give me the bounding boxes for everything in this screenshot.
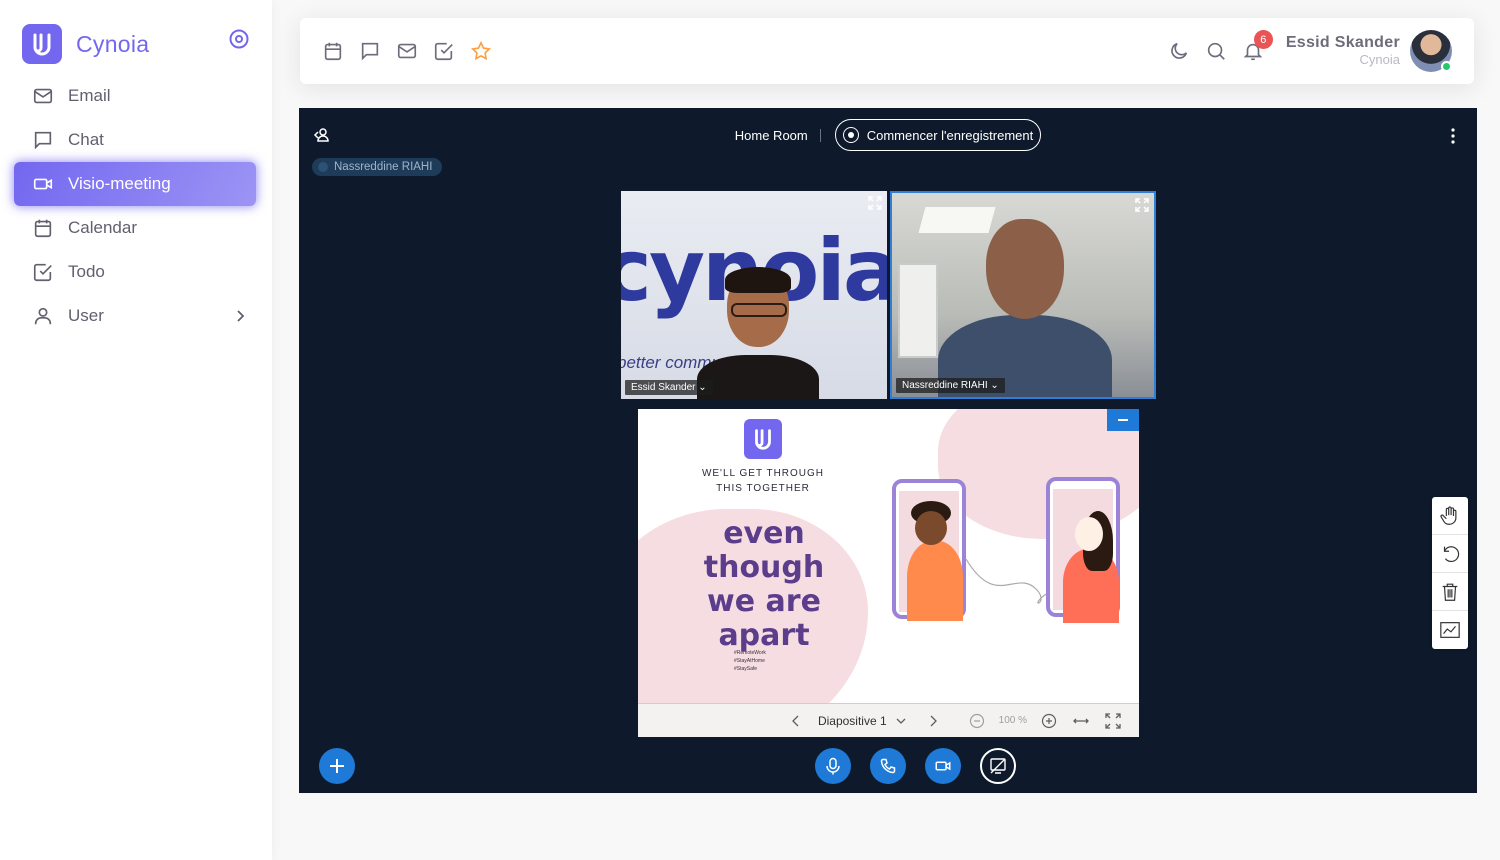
brand[interactable]: Cynoia [22, 24, 149, 64]
sidebar-item-chat[interactable]: Chat [14, 118, 256, 162]
add-button[interactable] [319, 748, 355, 784]
avatar[interactable] [1410, 30, 1452, 72]
slide-canvas: WE'LL GET THROUGH THIS TOGETHER even tho… [638, 409, 1139, 703]
check-square-icon[interactable] [433, 40, 455, 62]
sidebar-item-label: Visio-meeting [68, 174, 171, 193]
user-name: Essid Skander [1285, 34, 1400, 52]
zoom-in-icon[interactable] [1041, 713, 1057, 729]
pan-tool[interactable] [1432, 497, 1468, 535]
participant-video-feed [697, 267, 819, 399]
sidebar-item-user[interactable]: User [14, 294, 256, 338]
whiteboard-toolbar [1432, 497, 1468, 649]
minimize-presentation-button[interactable] [1107, 409, 1139, 431]
participant-name-label[interactable]: Essid Skander ⌄ [625, 380, 713, 395]
meeting-header: Home Room Commencer l'enregistrement [299, 119, 1477, 151]
zoom-level: 100 % [998, 715, 1027, 726]
chevron-right-icon [237, 310, 245, 322]
sidebar-item-todo[interactable]: Todo [14, 250, 256, 294]
mail-icon[interactable] [396, 40, 418, 62]
fullscreen-icon[interactable] [868, 196, 882, 210]
hang-up-button[interactable] [870, 748, 906, 784]
presentation-toolbar: Diapositive 1 100 % [638, 703, 1139, 737]
plus-icon [330, 759, 344, 773]
collapse-sidebar-icon[interactable] [228, 28, 250, 50]
calendar-icon[interactable] [322, 40, 344, 62]
participant-name-label[interactable]: Nassreddine RIAHI ⌄ [896, 378, 1005, 393]
bookmark-shortcuts [322, 40, 507, 62]
hand-icon [1440, 505, 1457, 525]
screen-share-button[interactable] [980, 748, 1016, 784]
navbar-right: 6 Essid Skander Cynoia [1153, 30, 1452, 72]
sidebar-item-label: Calendar [68, 218, 137, 237]
moon-icon[interactable] [1168, 40, 1190, 62]
user-info[interactable]: Essid Skander Cynoia [1286, 34, 1400, 67]
sidebar-item-calendar[interactable]: Calendar [14, 206, 256, 250]
video-tile-nassreddine-riahi[interactable]: Nassreddine RIAHI ⌄ [890, 191, 1156, 399]
slide-title: even though we are apart [703, 516, 825, 653]
chevron-right-icon[interactable] [925, 713, 941, 729]
fullscreen-icon[interactable] [1105, 712, 1121, 729]
undo-icon [1443, 545, 1460, 562]
cable-illustration [965, 558, 1047, 604]
cynoia-logo-icon [744, 419, 782, 459]
brand-logo-icon [22, 24, 62, 64]
camera-button[interactable] [925, 748, 961, 784]
check-square-icon [33, 263, 52, 282]
phone-icon [880, 758, 896, 774]
calendar-icon [34, 219, 52, 238]
sidebar-item-label: User [68, 306, 104, 325]
brand-name: Cynoia [76, 30, 150, 57]
sidebar-item-label: Chat [68, 130, 104, 149]
sidebar-item-label: Email [68, 86, 111, 105]
fit-width-icon[interactable] [1073, 713, 1089, 729]
notifications-button[interactable]: 6 [1242, 30, 1273, 62]
video-icon [935, 761, 951, 771]
online-status-dot [1441, 61, 1452, 72]
start-recording-button[interactable]: Commencer l'enregistrement [834, 119, 1042, 151]
chevron-down-icon[interactable] [893, 713, 909, 729]
message-square-icon[interactable] [359, 40, 381, 62]
active-speaker-chip[interactable]: Nassreddine RIAHI [312, 158, 443, 176]
participant-video-feed [938, 219, 1112, 397]
sidebar-item-label: Todo [68, 262, 105, 281]
screen-share-off-icon [990, 758, 1006, 774]
star-icon[interactable] [470, 40, 492, 62]
background-window [898, 263, 938, 358]
slide-hashtags: #RemoteWork #StayAtHome #StaySafe [734, 650, 766, 672]
record-icon [842, 127, 859, 143]
video-tile-essid-skander[interactable]: cynoia better commun Essid Skander ⌄ [621, 191, 887, 399]
start-recording-label: Commencer l'enregistrement [866, 127, 1034, 143]
slide-subtitle: WE'LL GET THROUGH THIS TOGETHER [701, 468, 825, 494]
trash-icon [1442, 583, 1458, 601]
fullscreen-icon[interactable] [1135, 198, 1149, 212]
zoom-out-icon[interactable] [969, 713, 985, 729]
more-vertical-icon[interactable] [1447, 126, 1459, 146]
shared-presentation: WE'LL GET THROUGH THIS TOGETHER even tho… [638, 409, 1139, 737]
video-icon [33, 178, 53, 190]
slide-selector[interactable]: Diapositive 1 [818, 714, 887, 728]
user-icon [34, 307, 52, 325]
draw-tool[interactable] [1432, 611, 1468, 649]
mail-icon [33, 88, 53, 104]
sidebar-nav: Email Chat Visio-meeting Calendar Todo U… [14, 74, 256, 338]
sidebar: Cynoia Email Chat Visio-meeting Calendar… [0, 0, 272, 860]
message-square-icon [34, 131, 52, 150]
search-icon[interactable] [1205, 40, 1227, 62]
drawing-board-icon [1440, 622, 1460, 638]
chevron-left-icon[interactable] [788, 713, 804, 729]
phone-illustration [892, 479, 966, 621]
user-company: Cynoia [1359, 51, 1400, 67]
microphone-button[interactable] [815, 748, 851, 784]
clear-tool[interactable] [1432, 573, 1468, 611]
video-meeting-area: Home Room Commencer l'enregistrement Nas… [299, 108, 1477, 793]
top-navbar: 6 Essid Skander Cynoia [300, 18, 1474, 84]
sidebar-item-email[interactable]: Email [14, 74, 256, 118]
sidebar-item-visio-meeting[interactable]: Visio-meeting [14, 162, 256, 206]
notification-count-badge: 6 [1253, 30, 1273, 49]
microphone-icon [826, 757, 840, 775]
room-name: Home Room [735, 128, 821, 142]
undo-tool[interactable] [1432, 535, 1468, 573]
